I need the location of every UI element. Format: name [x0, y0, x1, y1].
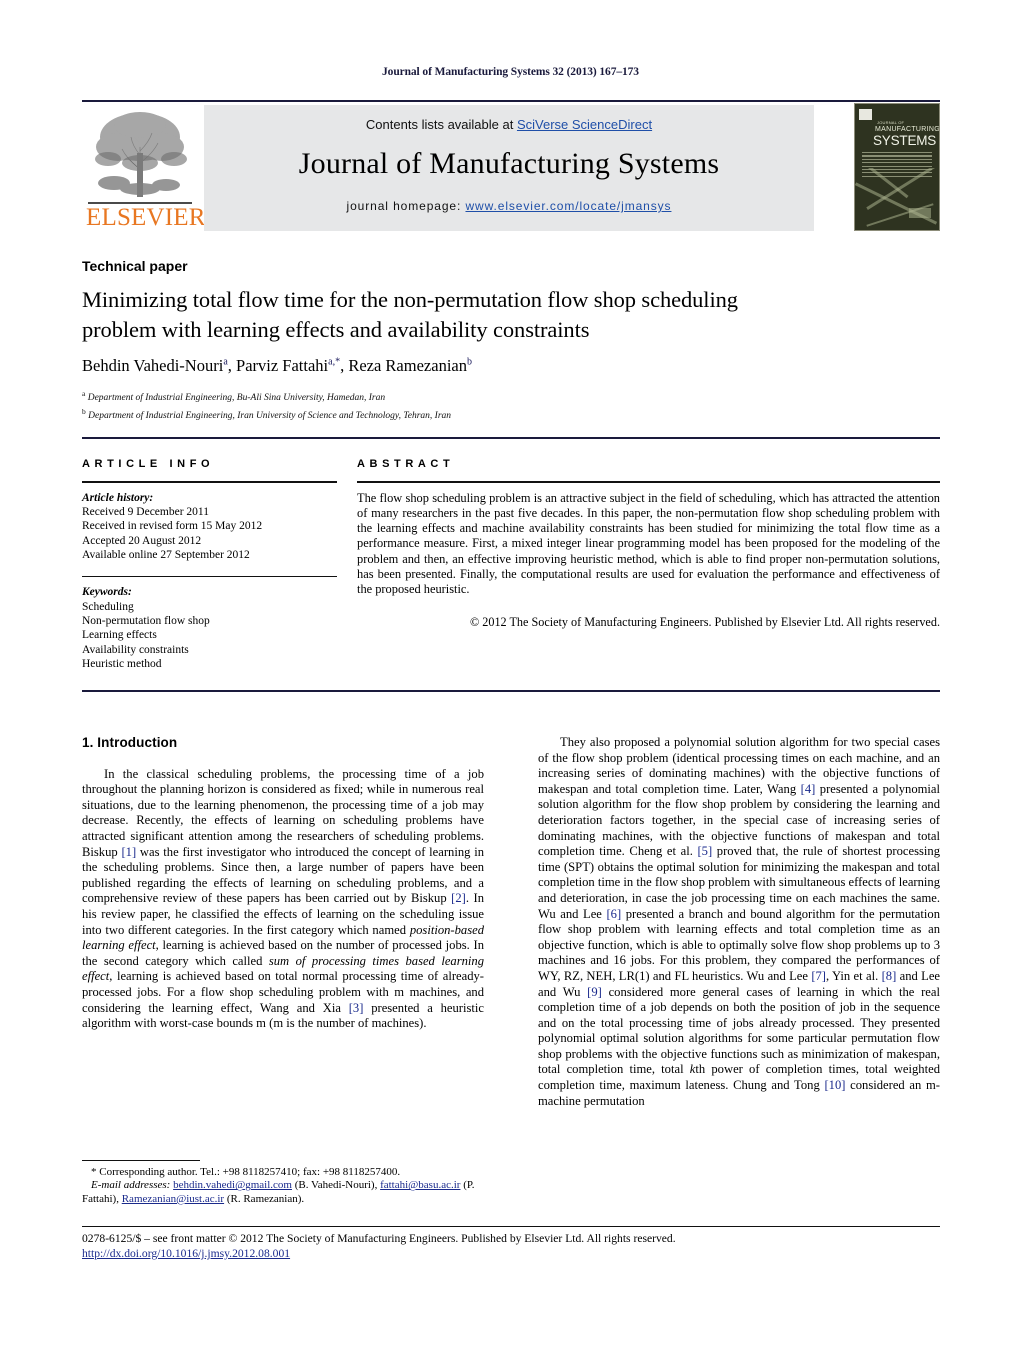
article-history: Article history: Received 9 December 201… [82, 491, 337, 563]
abstract-bottom-rule [82, 690, 940, 692]
paragraph-intro-right: They also proposed a polynomial solution… [538, 735, 941, 1108]
keywords-block: Keywords: Scheduling Non-permutation flo… [82, 585, 337, 671]
abstract-copyright: © 2012 The Society of Manufacturing Engi… [469, 614, 940, 629]
abstract-text: The flow shop scheduling problem is an a… [357, 490, 940, 597]
cover-artwork [855, 168, 939, 230]
masthead-top-rule [82, 100, 940, 102]
affiliations: a Department of Industrial Engineering, … [82, 387, 822, 423]
article-type: Technical paper [82, 258, 188, 274]
keyword-item: Scheduling [82, 600, 134, 613]
abstract-column: ABSTRACT The flow shop scheduling proble… [357, 458, 940, 630]
email-name-3: (R. Ramezanian). [226, 1192, 305, 1205]
email-link-1[interactable]: behdin.vahedi@gmail.com [173, 1179, 292, 1191]
journal-band: Contents lists available at SciVerse Sci… [204, 105, 814, 231]
article-head-rule [82, 437, 940, 439]
elsevier-wordmark: ELSEVIER [86, 204, 206, 231]
body-column-left: 1. Introduction In the classical schedul… [82, 735, 484, 1032]
homepage-prefix: journal homepage: [346, 199, 466, 213]
paper-page: Journal of Manufacturing Systems 32 (201… [0, 0, 1021, 1351]
page-footer: 0278-6125/$ – see front matter © 2012 Th… [82, 1231, 940, 1261]
issn-copyright-line: 0278-6125/$ – see front matter © 2012 Th… [82, 1232, 676, 1245]
page-title: Minimizing total flow time for the non-p… [82, 287, 738, 342]
journal-homepage-link[interactable]: www.elsevier.com/locate/jmansys [465, 199, 671, 213]
cover-publisher-badge [859, 109, 872, 120]
author-list: Behdin Vahedi-Nouria, Parviz Fattahia,*,… [82, 356, 472, 375]
cover-line-2: MANUFACTURING [875, 126, 940, 133]
footnote-block: * Corresponding author. Tel.: +98 811825… [82, 1166, 484, 1206]
email-link-3[interactable]: Ramezanian@iust.ac.ir [122, 1193, 224, 1205]
keywords-rule [82, 575, 337, 578]
history-item: Accepted 20 August 2012 [82, 534, 202, 547]
keyword-item: Heuristic method [82, 658, 162, 671]
cover-line-3: SYSTEMS [873, 133, 937, 148]
section-heading-introduction: 1. Introduction [82, 735, 178, 750]
page-footer-rule [82, 1226, 940, 1228]
running-head: Journal of Manufacturing Systems 32 (201… [382, 66, 639, 78]
email-addresses-line: E-mail addresses: behdin.vahedi@gmail.co… [82, 1179, 484, 1206]
affiliation-a: a Department of Industrial Engineering, … [82, 389, 386, 404]
email-link-2[interactable]: fattahi@basu.ac.ir [380, 1179, 460, 1191]
corresponding-author-note: * Corresponding author. Tel.: +98 811825… [91, 1166, 401, 1178]
doi-link[interactable]: http://dx.doi.org/10.1016/j.jmsy.2012.08… [82, 1246, 940, 1261]
body-column-right: They also proposed a polynomial solution… [538, 735, 940, 1109]
article-history-label: Article history: [82, 491, 154, 504]
journal-homepage-line: journal homepage: www.elsevier.com/locat… [204, 199, 814, 213]
keyword-item: Learning effects [82, 629, 157, 642]
abstract-rule [357, 481, 940, 483]
journal-title: Journal of Manufacturing Systems [298, 147, 720, 180]
elsevier-tree-icon [95, 112, 187, 197]
article-info-heading: ARTICLE INFO [82, 458, 215, 470]
sciencedirect-link[interactable]: SciVerse ScienceDirect [517, 117, 652, 132]
affiliation-b: b Department of Industrial Engineering, … [82, 407, 452, 422]
footnote-rule [82, 1160, 200, 1161]
paragraph-intro-left: In the classical scheduling problems, th… [82, 766, 485, 1031]
history-item: Received 9 December 2011 [82, 506, 209, 518]
abstract-heading: ABSTRACT [357, 458, 455, 470]
contents-available-line: Contents lists available at SciVerse Sci… [204, 117, 814, 132]
keyword-item: Availability constraints [82, 643, 189, 656]
keywords-label: Keywords: [82, 586, 132, 599]
keyword-item: Non-permutation flow shop [82, 615, 210, 628]
contents-prefix: Contents lists available at [365, 117, 517, 132]
journal-cover-thumbnail[interactable]: JOURNAL OF MANUFACTURING SYSTEMS [854, 103, 940, 231]
email-label: E-mail addresses: [91, 1179, 171, 1192]
article-info-column: ARTICLE INFO Article history: Received 9… [82, 458, 337, 672]
history-item: Received in revised form 15 May 2012 [82, 520, 263, 533]
journal-masthead: ELSEVIER Contents lists available at Sci… [82, 100, 940, 232]
elsevier-logo: ELSEVIER [84, 105, 206, 231]
history-item: Available online 27 September 2012 [82, 549, 250, 562]
cover-line-1: JOURNAL OF [877, 120, 905, 125]
email-name-1: (B. Vahedi-Nouri), [294, 1179, 378, 1192]
article-info-rule [82, 481, 337, 483]
